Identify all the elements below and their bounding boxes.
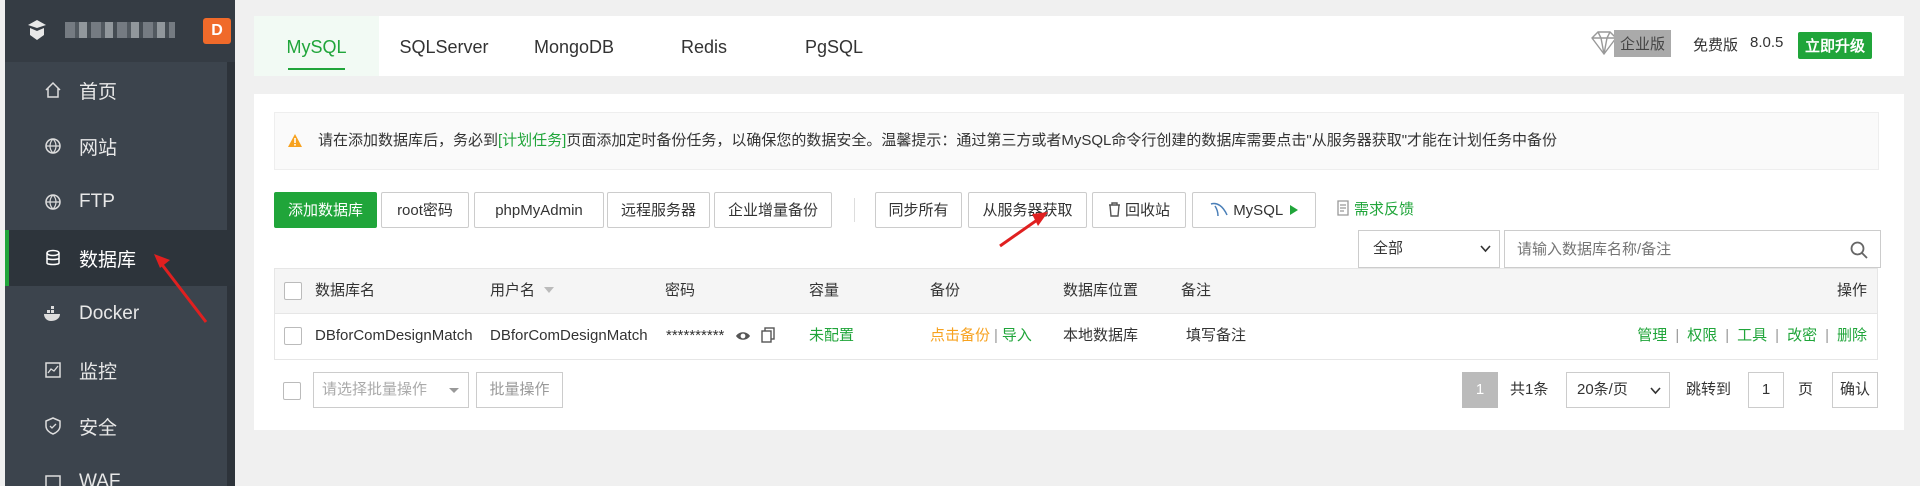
annotation-arrow-database xyxy=(154,254,208,323)
annotation-arrows xyxy=(154,212,1048,323)
annotation-arrow-fetch xyxy=(999,212,1048,248)
